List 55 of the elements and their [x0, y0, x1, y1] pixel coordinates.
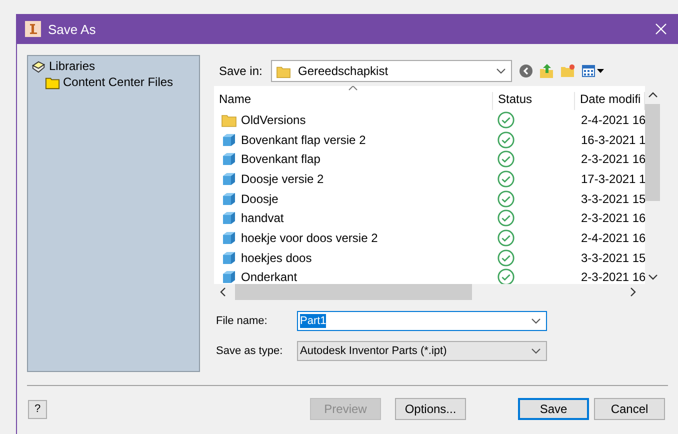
column-header[interactable]: Status — [493, 92, 575, 110]
file-name[interactable]: hoekjes doos — [241, 250, 312, 265]
file-name[interactable]: handvat — [241, 211, 284, 226]
column-header[interactable]: Name — [214, 92, 493, 110]
file-name[interactable]: Onderkant — [241, 270, 298, 284]
file-name[interactable]: Doosje — [241, 192, 278, 206]
caret-icon — [531, 318, 541, 324]
app-icon — [25, 21, 41, 37]
file-name-field[interactable]: Part1 — [297, 311, 547, 331]
new-folder-icon[interactable] — [560, 63, 576, 79]
save-as-type-label: Save as type: — [216, 345, 284, 357]
date-cell-text: 2-3-2021 16 — [580, 152, 645, 166]
tree-item[interactable]: Content Center Files — [63, 75, 174, 89]
date-cell-text: 2-4-2021 16 — [580, 230, 645, 245]
file-name[interactable]: Doosje versie 2 — [241, 172, 324, 186]
tree-item[interactable]: Libraries — [49, 59, 96, 73]
options-button[interactable]: Options... — [395, 398, 466, 420]
part-icon — [221, 269, 237, 284]
date-cell-text: 3-3-2021 15 — [580, 250, 645, 265]
window-title: Save As — [48, 22, 97, 36]
close-icon[interactable] — [655, 23, 667, 35]
up-folder-icon[interactable] — [539, 63, 554, 79]
scroll-up-icon[interactable] — [648, 92, 658, 98]
part-icon — [221, 132, 237, 148]
part-icon — [221, 190, 237, 207]
save-in-label: Save in: — [219, 64, 264, 78]
scroll-left-icon[interactable] — [220, 287, 226, 297]
caret-icon — [496, 68, 506, 74]
date-cell-text: 16-3-2021 1 — [580, 132, 645, 147]
back-icon[interactable] — [519, 64, 533, 78]
part-icon — [221, 230, 237, 246]
save-in-dropdown[interactable]: Gereedschapkist — [271, 60, 512, 82]
file-name-label: File name: — [216, 315, 268, 327]
caret-icon — [531, 348, 541, 354]
scroll-down-icon[interactable] — [648, 274, 658, 280]
help-button[interactable]: ? — [28, 400, 47, 418]
date-cell-text: 2-3-2021 16 — [580, 211, 645, 226]
scroll-right-icon[interactable] — [630, 287, 636, 297]
file-name[interactable]: OldVersions — [241, 112, 306, 127]
cancel-button[interactable]: Cancel — [594, 398, 665, 420]
save-button[interactable]: Save — [518, 398, 589, 420]
date-cell-text: 3-3-2021 15 — [580, 192, 645, 206]
library-icon — [31, 58, 46, 74]
date-cell-text: 2-4-2021 16 — [580, 112, 645, 127]
part-icon — [221, 170, 237, 187]
part-icon — [221, 250, 237, 266]
file-type-dropdown[interactable]: Autodesk Inventor Parts (*.ipt) — [297, 341, 547, 361]
view-menu-icon[interactable] — [582, 65, 604, 77]
part-icon — [221, 151, 237, 168]
file-name[interactable]: Bovenkant flap versie 2 — [241, 132, 366, 147]
file-name[interactable]: Bovenkant flap — [241, 152, 320, 166]
file-name[interactable]: hoekje voor doos versie 2 — [241, 230, 378, 245]
part-icon — [221, 210, 237, 226]
date-cell-text: 2-3-2021 16 — [580, 270, 645, 284]
date-cell-text: 17-3-2021 1 — [580, 172, 645, 186]
